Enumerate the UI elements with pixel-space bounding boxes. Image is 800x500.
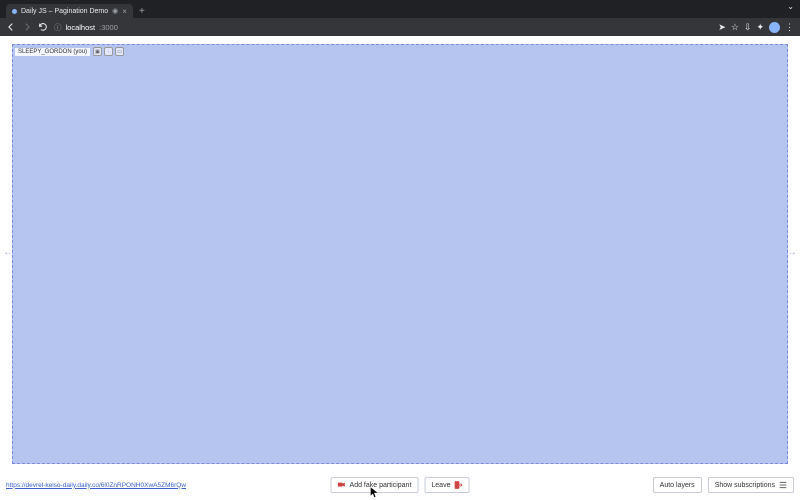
download-icon[interactable]: ⇩	[744, 22, 752, 33]
close-tab-icon[interactable]: ×	[122, 7, 127, 16]
share-icon[interactable]: ➤	[718, 22, 726, 33]
auto-layers-button[interactable]: Auto layers	[653, 477, 702, 493]
browser-chrome: Daily JS – Pagination Demo ◉ × + ⌄ ⓘ loc…	[0, 0, 800, 36]
reload-button[interactable]	[38, 22, 48, 32]
camera-toggle-icon[interactable]: ▣	[93, 47, 102, 56]
site-info-icon[interactable]: ⓘ	[54, 22, 62, 33]
address-bar: ⓘ localhost:3000 ➤ ☆ ⇩ ✦ ⋮	[0, 18, 800, 36]
bottom-bar: https://devrel-kelso-daily.daily.co/6l0Z…	[0, 470, 800, 500]
show-subscriptions-button[interactable]: Show subscriptions	[708, 477, 794, 493]
camera-icon	[338, 481, 346, 489]
right-controls: Auto layers Show subscriptions	[653, 477, 794, 493]
url-display[interactable]: ⓘ localhost:3000	[54, 22, 712, 33]
tab-audio-indicator: ◉	[112, 7, 118, 15]
add-fake-participant-button[interactable]: Add fake participant	[331, 477, 419, 493]
browser-tab[interactable]: Daily JS – Pagination Demo ◉ ×	[6, 4, 133, 18]
video-tile-local[interactable]: SLEEPY_GORDON (you) ▣ · ▭	[12, 44, 788, 464]
mic-toggle-icon[interactable]: ·	[104, 47, 113, 56]
bookmark-icon[interactable]: ☆	[731, 22, 739, 33]
tile-controls: ▣ · ▭	[93, 47, 124, 56]
page-next-button[interactable]: →	[786, 242, 798, 262]
url-port: :3000	[99, 23, 118, 32]
new-tab-button[interactable]: +	[139, 4, 145, 18]
leave-button[interactable]: Leave	[424, 477, 469, 493]
page-content: ← SLEEPY_GORDON (you) ▣ · ▭ → https://de…	[0, 36, 800, 500]
show-subs-label: Show subscriptions	[715, 482, 775, 489]
tab-strip: Daily JS – Pagination Demo ◉ × + ⌄	[0, 0, 800, 18]
menu-icon[interactable]: ⋮	[785, 22, 794, 33]
toolbar-right: ➤ ☆ ⇩ ✦ ⋮	[718, 22, 794, 33]
back-button[interactable]	[6, 22, 16, 32]
favicon	[12, 9, 17, 14]
add-fake-label: Add fake participant	[350, 482, 412, 489]
screenshare-toggle-icon[interactable]: ▭	[115, 47, 124, 56]
forward-button[interactable]	[22, 22, 32, 32]
center-controls: Add fake participant Leave	[331, 477, 470, 493]
tab-title: Daily JS – Pagination Demo	[21, 8, 108, 15]
auto-layers-label: Auto layers	[660, 482, 695, 489]
window-expand-icon[interactable]: ⌄	[787, 2, 794, 11]
video-stage: ← SLEEPY_GORDON (you) ▣ · ▭ →	[0, 36, 800, 468]
list-icon	[779, 481, 787, 489]
participant-name-tag: SLEEPY_GORDON (you)	[15, 48, 90, 56]
leave-label: Leave	[431, 482, 450, 489]
extensions-icon[interactable]: ✦	[756, 22, 764, 33]
tile-header: SLEEPY_GORDON (you) ▣ · ▭	[15, 47, 124, 56]
room-url-link[interactable]: https://devrel-kelso-daily.daily.co/6l0Z…	[6, 482, 186, 489]
profile-avatar[interactable]	[769, 22, 780, 33]
leave-icon	[454, 481, 462, 489]
url-host: localhost	[66, 23, 96, 32]
